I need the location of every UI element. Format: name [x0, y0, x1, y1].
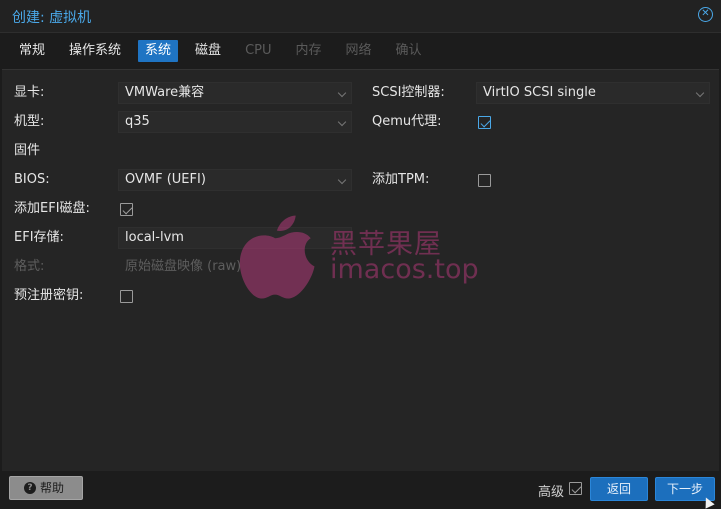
display-value: VMWare兼容 [125, 85, 205, 100]
tab-bar: 常规 操作系统 系统 磁盘 CPU 内存 网络 确认 [12, 40, 439, 62]
pre-enroll-label: 预注册密钥: [14, 288, 84, 303]
qemu-agent-label: Qemu代理: [372, 114, 442, 129]
apple-logo-watermark-icon [239, 215, 315, 299]
tab-general[interactable]: 常规 [12, 40, 52, 62]
help-button[interactable]: ? 帮助 [9, 476, 83, 500]
efi-storage-value: local-lvm [125, 230, 184, 245]
add-tpm-label: 添加TPM: [372, 172, 430, 187]
chevron-down-icon [337, 175, 347, 185]
pre-enroll-checkbox[interactable] [120, 290, 133, 303]
machine-value: q35 [125, 114, 150, 129]
add-efi-label: 添加EFI磁盘: [14, 201, 90, 216]
scsi-controller-label: SCSI控制器: [372, 85, 445, 100]
tab-network[interactable]: 网络 [339, 40, 379, 62]
chevron-down-icon [337, 117, 347, 127]
display-label: 显卡: [14, 85, 45, 100]
add-efi-checkbox[interactable] [120, 203, 133, 216]
efi-storage-label: EFI存储: [14, 230, 64, 245]
bios-value: OVMF (UEFI) [125, 172, 206, 187]
question-circle-icon: ? [24, 482, 36, 494]
chevron-down-icon [337, 88, 347, 98]
help-button-label: 帮助 [40, 481, 65, 495]
watermark-text-en: imacos.top [330, 254, 479, 285]
firmware-header: 固件 [14, 143, 41, 158]
tab-memory[interactable]: 内存 [289, 40, 329, 62]
machine-select[interactable]: q35 [118, 111, 352, 133]
format-label: 格式: [14, 259, 45, 274]
scsi-controller-select[interactable]: VirtIO SCSI single [476, 82, 710, 104]
check-icon [571, 483, 581, 493]
close-icon[interactable]: ✕ [698, 7, 713, 22]
dialog-title: 创建: 虚拟机 [12, 10, 92, 26]
tab-os[interactable]: 操作系统 [62, 40, 128, 62]
bios-select[interactable]: OVMF (UEFI) [118, 169, 352, 191]
tab-confirm[interactable]: 确认 [389, 40, 429, 62]
format-value: 原始磁盘映像 (raw) [125, 259, 242, 274]
tab-system[interactable]: 系统 [138, 40, 179, 62]
scsi-controller-value: VirtIO SCSI single [483, 85, 596, 100]
check-icon [122, 204, 132, 214]
tab-cpu[interactable]: CPU [238, 40, 278, 62]
advanced-label: 高级 [538, 485, 565, 500]
chevron-down-icon [695, 88, 705, 98]
check-icon [480, 117, 490, 127]
dialog-footer: ? 帮助 高级 返回 下一步 [0, 471, 721, 507]
add-tpm-checkbox[interactable] [478, 174, 491, 187]
qemu-agent-checkbox[interactable] [478, 116, 491, 129]
tab-disks[interactable]: 磁盘 [188, 40, 228, 62]
display-select[interactable]: VMWare兼容 [118, 82, 352, 104]
back-button[interactable]: 返回 [590, 477, 648, 501]
dialog-titlebar: 创建: 虚拟机 ✕ [0, 0, 721, 33]
bios-label: BIOS: [14, 172, 50, 187]
machine-label: 机型: [14, 114, 45, 129]
advanced-checkbox[interactable] [569, 482, 582, 495]
